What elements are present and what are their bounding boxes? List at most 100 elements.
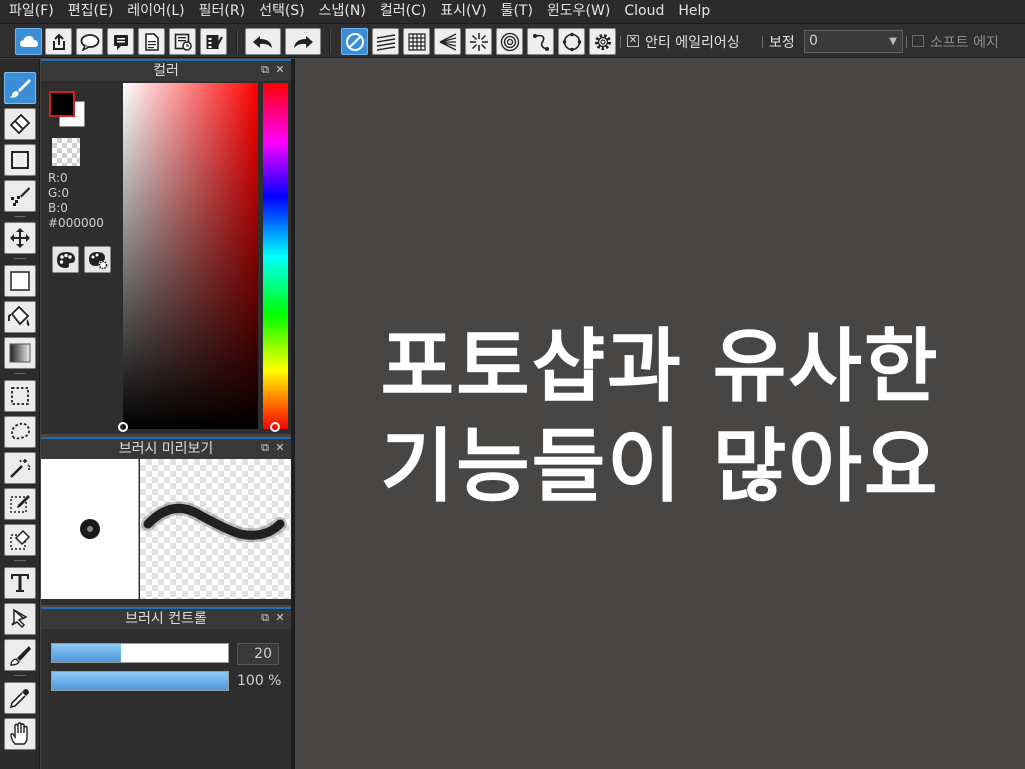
menu-window[interactable]: 윈도우(W) bbox=[540, 0, 617, 23]
history-button[interactable] bbox=[169, 28, 196, 55]
green-value: G:0 bbox=[48, 186, 69, 200]
concentric-snap-button[interactable] bbox=[496, 28, 523, 55]
correction-label: 보정 bbox=[769, 35, 795, 51]
comment-button[interactable] bbox=[107, 28, 134, 55]
color-panel-title: 컬러 bbox=[153, 63, 179, 79]
redo-button[interactable] bbox=[285, 28, 321, 55]
circle-snap-button[interactable] bbox=[558, 28, 585, 55]
brush-control-panel: 브러시 컨트롤 ⧉ ✕ 20 100 % bbox=[41, 607, 291, 769]
rectangle-tool[interactable] bbox=[4, 144, 36, 176]
brush-size-fill bbox=[52, 644, 121, 662]
gear-icon bbox=[594, 33, 611, 50]
eraser-tool[interactable] bbox=[4, 108, 36, 140]
palette-settings-button[interactable] bbox=[84, 246, 111, 273]
saturation-value-picker[interactable] bbox=[123, 83, 258, 429]
menu-color[interactable]: 컬러(C) bbox=[373, 0, 433, 23]
blur-tool[interactable] bbox=[4, 639, 36, 671]
brush-control-title: 브러시 컨트롤 bbox=[125, 611, 207, 627]
close-icon[interactable]: ✕ bbox=[274, 611, 286, 625]
snap-off-button[interactable] bbox=[341, 28, 368, 55]
bucket-tool[interactable] bbox=[4, 301, 36, 333]
move-tool[interactable] bbox=[4, 222, 36, 254]
menu-tool[interactable]: 툴(T) bbox=[494, 0, 540, 23]
close-icon[interactable]: ✕ bbox=[274, 63, 286, 77]
select-eraser-tool[interactable] bbox=[4, 524, 36, 556]
foreground-color-swatch[interactable] bbox=[49, 91, 75, 117]
undock-icon[interactable]: ⧉ bbox=[259, 63, 271, 77]
share-button[interactable] bbox=[45, 28, 72, 55]
antialias-checkbox[interactable]: ✕ bbox=[627, 35, 639, 47]
grid-snap-button[interactable] bbox=[403, 28, 430, 55]
color-panel-body: R:0 G:0 B:0 #000000 bbox=[41, 81, 291, 434]
perspective-icon bbox=[439, 32, 456, 51]
rectangle-outline-icon bbox=[11, 151, 29, 169]
lasso-tool[interactable] bbox=[4, 416, 36, 448]
radial-snap-button[interactable] bbox=[465, 28, 492, 55]
concentric-circles-icon bbox=[500, 32, 519, 51]
select-eraser-icon bbox=[10, 529, 31, 550]
canvas-area[interactable]: 포토샵과 유사한 기능들이 많아요 bbox=[295, 59, 1025, 769]
menu-edit[interactable]: 편집(E) bbox=[61, 0, 121, 23]
correction-value: 0 bbox=[809, 33, 818, 49]
brush-icon bbox=[9, 79, 31, 98]
brush-size-slider[interactable] bbox=[51, 643, 229, 663]
document-button[interactable] bbox=[138, 28, 165, 55]
radial-lines-icon bbox=[469, 32, 488, 51]
curve-icon bbox=[532, 33, 549, 51]
close-icon[interactable]: ✕ bbox=[274, 441, 286, 455]
hand-tool[interactable] bbox=[4, 718, 36, 750]
brush-opacity-slider[interactable] bbox=[51, 671, 229, 691]
menu-filter[interactable]: 필터(R) bbox=[192, 0, 252, 23]
parallel-snap-button[interactable] bbox=[372, 28, 399, 55]
operation-tool[interactable] bbox=[4, 603, 36, 635]
filled-square-icon bbox=[10, 271, 30, 291]
menu-file[interactable]: 파일(F) bbox=[2, 0, 61, 23]
pointer-shape-icon bbox=[11, 608, 28, 629]
perspective-snap-button[interactable] bbox=[434, 28, 461, 55]
palette-button[interactable] bbox=[52, 246, 79, 273]
document-icon bbox=[144, 32, 159, 51]
select-pen-icon bbox=[10, 495, 30, 513]
menu-cloud[interactable]: Cloud bbox=[617, 0, 671, 23]
menu-view[interactable]: 표시(V) bbox=[433, 0, 493, 23]
menu-select[interactable]: 선택(S) bbox=[252, 0, 312, 23]
menu-snap[interactable]: 스냅(N) bbox=[312, 0, 373, 23]
tool-divider bbox=[14, 216, 26, 217]
menu-help[interactable]: Help bbox=[671, 0, 717, 23]
hue-slider[interactable] bbox=[263, 83, 288, 429]
hand-icon bbox=[10, 722, 28, 745]
text-tool[interactable] bbox=[4, 567, 36, 599]
curve-snap-button[interactable] bbox=[527, 28, 554, 55]
transparent-color-swatch[interactable] bbox=[52, 138, 80, 166]
eyedropper-icon bbox=[9, 689, 29, 709]
app-window: 파일(F) 편집(E) 레이어(L) 필터(R) 선택(S) 스냅(N) 컬러(… bbox=[0, 0, 1025, 769]
snap-settings-button[interactable] bbox=[589, 28, 616, 55]
sv-cursor[interactable] bbox=[118, 422, 128, 432]
eyedropper-tool[interactable] bbox=[4, 682, 36, 714]
chevron-down-icon: ▼ bbox=[889, 36, 897, 47]
speech-bubble-button[interactable] bbox=[76, 28, 103, 55]
circle-dots-icon bbox=[562, 32, 581, 51]
soft-edge-checkbox[interactable] bbox=[912, 35, 924, 47]
correction-select[interactable]: 0 ▼ bbox=[804, 30, 903, 53]
menu-layer[interactable]: 레이어(L) bbox=[120, 0, 191, 23]
snap-off-icon bbox=[345, 32, 364, 51]
fill-rect-tool[interactable] bbox=[4, 265, 36, 297]
checklist-button[interactable] bbox=[200, 28, 227, 55]
hue-cursor[interactable] bbox=[270, 422, 280, 432]
undock-icon[interactable]: ⧉ bbox=[259, 441, 271, 455]
magic-wand-tool[interactable] bbox=[4, 452, 36, 484]
cloud-button[interactable] bbox=[15, 28, 42, 55]
dot-brush-tool[interactable] bbox=[4, 180, 36, 212]
brush-stroke bbox=[141, 501, 287, 543]
color-panel-header: 컬러 ⧉ ✕ bbox=[41, 59, 291, 81]
rect-select-tool[interactable] bbox=[4, 380, 36, 412]
select-pen-tool[interactable] bbox=[4, 488, 36, 520]
gradient-tool[interactable] bbox=[4, 337, 36, 369]
brush-tool[interactable] bbox=[4, 72, 36, 104]
undo-button[interactable] bbox=[245, 28, 281, 55]
toolbar-divider bbox=[620, 36, 621, 48]
comment-icon bbox=[113, 34, 128, 50]
brush-size-input[interactable]: 20 bbox=[237, 643, 279, 665]
undock-icon[interactable]: ⧉ bbox=[259, 611, 271, 625]
